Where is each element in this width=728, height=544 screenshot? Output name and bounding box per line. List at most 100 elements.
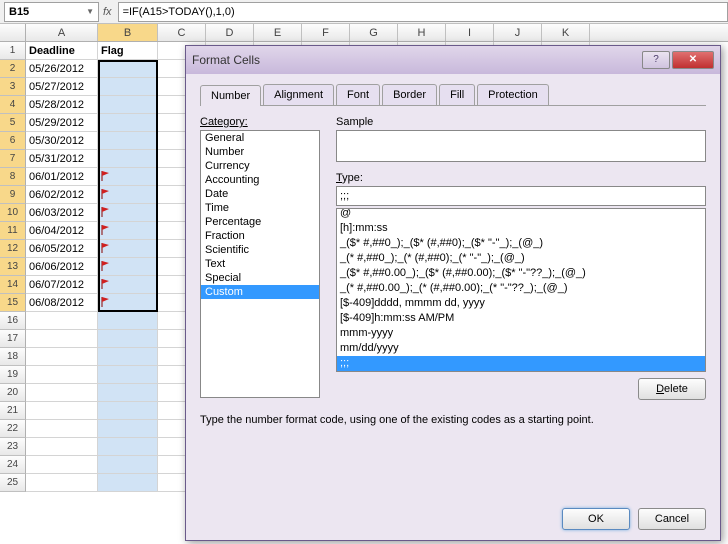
category-text[interactable]: Text <box>201 257 319 271</box>
type-option[interactable]: _($* #,##0_);_($* (#,##0);_($* "-"_);_(@… <box>337 236 705 251</box>
close-button[interactable]: ✕ <box>672 51 714 69</box>
row-header-12[interactable]: 12 <box>0 240 26 258</box>
cell-A11[interactable]: 06/04/2012 <box>26 222 98 240</box>
cell-B13[interactable] <box>98 258 158 276</box>
col-header-H[interactable]: H <box>398 24 446 41</box>
cell-B14[interactable] <box>98 276 158 294</box>
cell-B9[interactable] <box>98 186 158 204</box>
col-header-E[interactable]: E <box>254 24 302 41</box>
cell-B22[interactable] <box>98 420 158 438</box>
tab-number[interactable]: Number <box>200 85 261 106</box>
category-number[interactable]: Number <box>201 145 319 159</box>
cell-B17[interactable] <box>98 330 158 348</box>
chevron-down-icon[interactable]: ▼ <box>86 7 94 16</box>
type-input[interactable] <box>336 186 706 206</box>
cell-A18[interactable] <box>26 348 98 366</box>
cell-A4[interactable]: 05/28/2012 <box>26 96 98 114</box>
row-header-11[interactable]: 11 <box>0 222 26 240</box>
cancel-button[interactable]: Cancel <box>638 508 706 530</box>
cell-B6[interactable] <box>98 132 158 150</box>
cell-A8[interactable]: 06/01/2012 <box>26 168 98 186</box>
delete-button[interactable]: Delete <box>638 378 706 400</box>
row-header-17[interactable]: 17 <box>0 330 26 348</box>
cell-B12[interactable] <box>98 240 158 258</box>
category-custom[interactable]: Custom <box>201 285 319 299</box>
dialog-titlebar[interactable]: Format Cells ? ✕ <box>186 46 720 74</box>
row-header-14[interactable]: 14 <box>0 276 26 294</box>
tab-font[interactable]: Font <box>336 84 380 105</box>
tab-border[interactable]: Border <box>382 84 437 105</box>
formula-input[interactable]: =IF(A15>TODAY(),1,0) <box>118 2 728 22</box>
category-time[interactable]: Time <box>201 201 319 215</box>
type-option[interactable]: [h]:mm:ss <box>337 221 705 236</box>
category-scientific[interactable]: Scientific <box>201 243 319 257</box>
row-header-6[interactable]: 6 <box>0 132 26 150</box>
category-special[interactable]: Special <box>201 271 319 285</box>
type-option[interactable]: [$-409]h:mm:ss AM/PM <box>337 311 705 326</box>
row-header-7[interactable]: 7 <box>0 150 26 168</box>
type-option[interactable]: mmm-yyyy <box>337 326 705 341</box>
row-header-1[interactable]: 1 <box>0 42 26 60</box>
tab-alignment[interactable]: Alignment <box>263 84 334 105</box>
row-header-2[interactable]: 2 <box>0 60 26 78</box>
col-header-I[interactable]: I <box>446 24 494 41</box>
row-header-22[interactable]: 22 <box>0 420 26 438</box>
cell-B3[interactable] <box>98 78 158 96</box>
cell-A13[interactable]: 06/06/2012 <box>26 258 98 276</box>
cell-B20[interactable] <box>98 384 158 402</box>
cell-A9[interactable]: 06/02/2012 <box>26 186 98 204</box>
cell-B25[interactable] <box>98 474 158 492</box>
type-option[interactable]: _(* #,##0.00_);_(* (#,##0.00);_(* "-"??_… <box>337 281 705 296</box>
row-header-4[interactable]: 4 <box>0 96 26 114</box>
cell-B16[interactable] <box>98 312 158 330</box>
category-date[interactable]: Date <box>201 187 319 201</box>
header-flag[interactable]: Flag <box>98 42 158 60</box>
col-header-A[interactable]: A <box>26 24 98 41</box>
cell-B5[interactable] <box>98 114 158 132</box>
category-percentage[interactable]: Percentage <box>201 215 319 229</box>
type-option[interactable]: mm/dd/yyyy <box>337 341 705 356</box>
row-header-19[interactable]: 19 <box>0 366 26 384</box>
col-header-J[interactable]: J <box>494 24 542 41</box>
col-header-B[interactable]: B <box>98 24 158 41</box>
cell-B4[interactable] <box>98 96 158 114</box>
cell-B11[interactable] <box>98 222 158 240</box>
row-header-10[interactable]: 10 <box>0 204 26 222</box>
cell-A17[interactable] <box>26 330 98 348</box>
row-header-9[interactable]: 9 <box>0 186 26 204</box>
cell-B19[interactable] <box>98 366 158 384</box>
cell-A25[interactable] <box>26 474 98 492</box>
row-header-16[interactable]: 16 <box>0 312 26 330</box>
header-deadline[interactable]: Deadline <box>26 42 98 60</box>
cell-A7[interactable]: 05/31/2012 <box>26 150 98 168</box>
col-header-D[interactable]: D <box>206 24 254 41</box>
cell-B24[interactable] <box>98 456 158 474</box>
col-header-G[interactable]: G <box>350 24 398 41</box>
cell-A20[interactable] <box>26 384 98 402</box>
type-option[interactable]: [$-409]dddd, mmmm dd, yyyy <box>337 296 705 311</box>
type-option[interactable]: ;;; <box>337 356 705 371</box>
cell-A24[interactable] <box>26 456 98 474</box>
cell-A10[interactable]: 06/03/2012 <box>26 204 98 222</box>
row-header-21[interactable]: 21 <box>0 402 26 420</box>
row-header-13[interactable]: 13 <box>0 258 26 276</box>
col-header-K[interactable]: K <box>542 24 590 41</box>
fx-icon[interactable]: fx <box>103 6 112 18</box>
cell-B8[interactable] <box>98 168 158 186</box>
ok-button[interactable]: OK <box>562 508 630 530</box>
cell-B23[interactable] <box>98 438 158 456</box>
cell-B21[interactable] <box>98 402 158 420</box>
col-header-C[interactable]: C <box>158 24 206 41</box>
row-header-20[interactable]: 20 <box>0 384 26 402</box>
cell-A23[interactable] <box>26 438 98 456</box>
cell-B15[interactable] <box>98 294 158 312</box>
cell-A21[interactable] <box>26 402 98 420</box>
cell-A5[interactable]: 05/29/2012 <box>26 114 98 132</box>
cell-B18[interactable] <box>98 348 158 366</box>
cell-A6[interactable]: 05/30/2012 <box>26 132 98 150</box>
cell-A16[interactable] <box>26 312 98 330</box>
cell-B2[interactable] <box>98 60 158 78</box>
row-header-25[interactable]: 25 <box>0 474 26 492</box>
type-option[interactable]: @ <box>337 208 705 221</box>
category-listbox[interactable]: GeneralNumberCurrencyAccountingDateTimeP… <box>200 130 320 398</box>
